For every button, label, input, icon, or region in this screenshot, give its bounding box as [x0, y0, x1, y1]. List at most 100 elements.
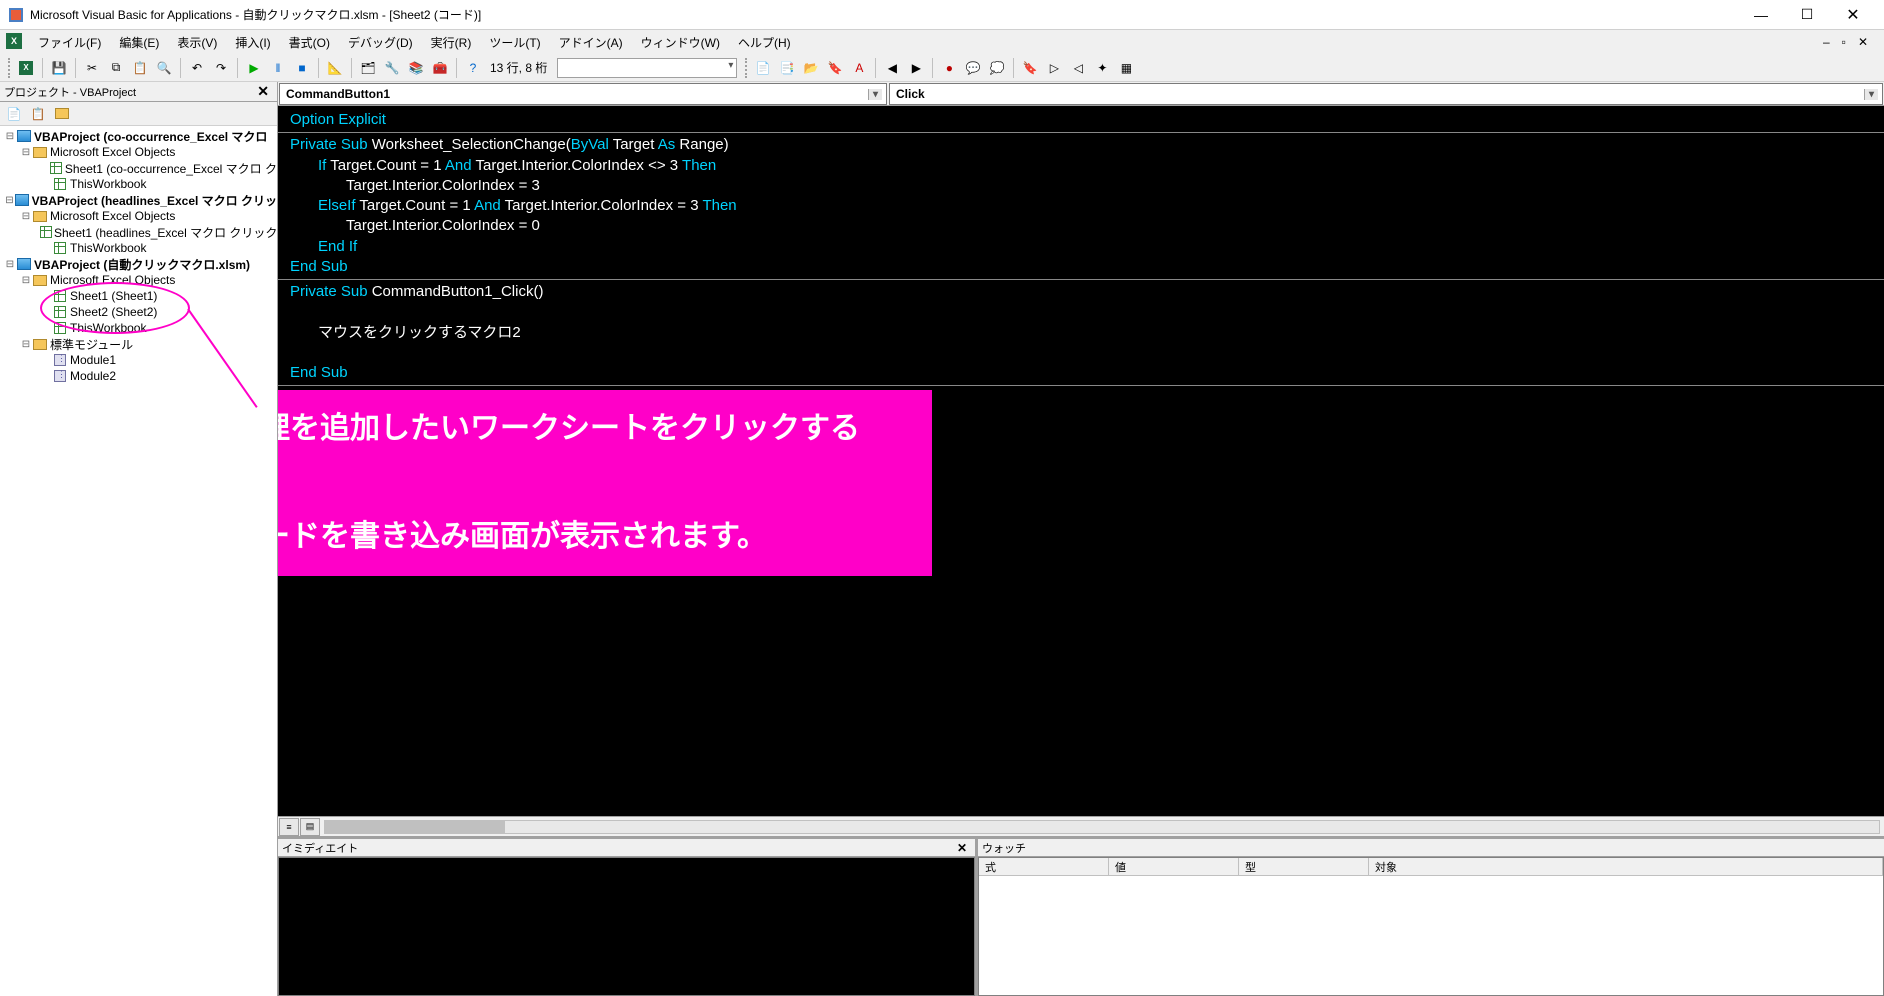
tree-module-1[interactable]: Module1 — [0, 352, 277, 368]
full-module-view-button[interactable]: ▤ — [300, 818, 320, 836]
procedure-dropdown[interactable]: Click — [889, 83, 1883, 105]
mdi-close[interactable]: ✕ — [1854, 35, 1872, 49]
break-button[interactable]: ‖ — [267, 57, 289, 79]
watch-col-value[interactable]: 値 — [1109, 858, 1239, 875]
toolbar-combo[interactable] — [557, 58, 737, 78]
project-explorer-button[interactable]: 🗂 — [357, 57, 379, 79]
toolbar-grip-2[interactable] — [745, 58, 748, 78]
properties-button[interactable]: 🔧 — [381, 57, 403, 79]
tree-project-1[interactable]: ⊟VBAProject (co-occurrence_Excel マクロ — [0, 128, 277, 144]
save-button[interactable]: 💾 — [48, 57, 70, 79]
toolbox-button[interactable]: 🧰 — [429, 57, 451, 79]
project-panel-header: プロジェクト - VBAProject ✕ — [0, 82, 277, 102]
tb-btn-c[interactable]: 📂 — [800, 57, 822, 79]
tree-sheet-3b[interactable]: Sheet2 (Sheet2) — [0, 304, 277, 320]
code-view-footer: ≡ ▤ — [278, 816, 1884, 836]
find-button[interactable]: 🔍 — [153, 57, 175, 79]
tree-workbook-3[interactable]: ThisWorkbook — [0, 320, 277, 336]
tree-sheet-2[interactable]: Sheet1 (headlines_Excel マクロ クリック_c — [0, 224, 277, 240]
close-button[interactable]: ✕ — [1830, 0, 1876, 30]
breakpoint-button[interactable]: ● — [938, 57, 960, 79]
indent-button[interactable]: ▶ — [905, 57, 927, 79]
clear-bookmarks-button[interactable]: ✦ — [1091, 57, 1113, 79]
undo-button[interactable]: ↶ — [186, 57, 208, 79]
maximize-button[interactable]: ☐ — [1784, 0, 1830, 30]
uncomment-button[interactable]: 💭 — [986, 57, 1008, 79]
reset-button[interactable]: ■ — [291, 57, 313, 79]
tree-module-2[interactable]: Module2 — [0, 368, 277, 384]
menu-debug[interactable]: デバッグ(D) — [340, 32, 421, 53]
app-icon — [8, 7, 24, 23]
cut-button[interactable]: ✂ — [81, 57, 103, 79]
excel-icon[interactable]: X — [6, 33, 24, 51]
watch-header: ウォッチ — [978, 839, 1884, 857]
menu-addins[interactable]: アドイン(A) — [551, 32, 631, 53]
watch-columns: 式 値 型 対象 — [979, 858, 1883, 876]
menu-help[interactable]: ヘルプ(H) — [730, 32, 799, 53]
project-tree[interactable]: ⊟VBAProject (co-occurrence_Excel マクロ ⊟Mi… — [0, 126, 277, 996]
copy-button[interactable]: ⧉ — [105, 57, 127, 79]
project-explorer-panel: プロジェクト - VBAProject ✕ 📄 📋 ⊟VBAProject (c… — [0, 82, 278, 996]
tree-folder-2[interactable]: ⊟Microsoft Excel Objects — [0, 208, 277, 224]
tree-sheet-1[interactable]: Sheet1 (co-occurrence_Excel マクロ ク — [0, 160, 277, 176]
prev-bookmark-button[interactable]: ◁ — [1067, 57, 1089, 79]
bookmark-button[interactable]: 🔖 — [1019, 57, 1041, 79]
toggle-folders-button[interactable] — [52, 105, 72, 123]
toolbar-grip[interactable] — [8, 58, 11, 78]
immediate-body[interactable] — [278, 857, 975, 996]
paste-button[interactable]: 📋 — [129, 57, 151, 79]
help-button[interactable]: ? — [462, 57, 484, 79]
menu-edit[interactable]: 編集(E) — [111, 32, 167, 53]
tree-project-3[interactable]: ⊟VBAProject (自動クリックマクロ.xlsm) — [0, 256, 277, 272]
watch-col-type[interactable]: 型 — [1239, 858, 1369, 875]
design-mode-button[interactable]: 📐 — [324, 57, 346, 79]
annotation-line1: 処理を追加したいワークシートをクリックすると、 — [278, 402, 914, 510]
next-bookmark-button[interactable]: ▷ — [1043, 57, 1065, 79]
mdi-minimize[interactable]: – — [1819, 35, 1834, 49]
menu-run[interactable]: 実行(R) — [423, 32, 480, 53]
comment-button[interactable]: 💬 — [962, 57, 984, 79]
redo-button[interactable]: ↷ — [210, 57, 232, 79]
immediate-header: イミディエイト ✕ — [278, 839, 975, 857]
menu-insert[interactable]: 挿入(I) — [227, 32, 278, 53]
tb-last-button[interactable]: ▦ — [1115, 57, 1137, 79]
immediate-close[interactable]: ✕ — [953, 841, 971, 855]
tb-btn-a[interactable]: 📄 — [752, 57, 774, 79]
toolbar: X 💾 ✂ ⧉ 📋 🔍 ↶ ↷ ▶ ‖ ■ 📐 🗂 🔧 📚 🧰 ? 13 行, … — [0, 54, 1884, 82]
menu-file[interactable]: ファイル(F) — [30, 32, 109, 53]
watch-col-context[interactable]: 対象 — [1369, 858, 1883, 875]
run-button[interactable]: ▶ — [243, 57, 265, 79]
tb-btn-d[interactable]: 🔖 — [824, 57, 846, 79]
menu-format[interactable]: 書式(O) — [281, 32, 338, 53]
tree-workbook-1[interactable]: ThisWorkbook — [0, 176, 277, 192]
tree-sheet-3a[interactable]: Sheet1 (Sheet1) — [0, 288, 277, 304]
code-horizontal-scrollbar[interactable] — [324, 820, 1880, 834]
code-editor[interactable]: Option Explicit Private Sub Worksheet_Se… — [278, 106, 1884, 816]
tree-modules-folder[interactable]: ⊟標準モジュール — [0, 336, 277, 352]
tb-btn-e[interactable]: A — [848, 57, 870, 79]
annotation-callout: 処理を追加したいワークシートをクリックすると、 コードを書き込み画面が表示されま… — [278, 390, 932, 576]
menu-window[interactable]: ウィンドウ(W) — [633, 32, 728, 53]
object-dropdown[interactable]: CommandButton1 — [279, 83, 887, 105]
menu-view[interactable]: 表示(V) — [169, 32, 225, 53]
outdent-button[interactable]: ◀ — [881, 57, 903, 79]
tree-folder-1[interactable]: ⊟Microsoft Excel Objects — [0, 144, 277, 160]
tb-btn-b[interactable]: 📑 — [776, 57, 798, 79]
window-controls: — ☐ ✕ — [1738, 0, 1876, 30]
tree-project-2[interactable]: ⊟VBAProject (headlines_Excel マクロ クリッ — [0, 192, 277, 208]
immediate-window: イミディエイト ✕ — [278, 839, 978, 996]
tree-workbook-2[interactable]: ThisWorkbook — [0, 240, 277, 256]
menu-tools[interactable]: ツール(T) — [481, 32, 548, 53]
watch-col-expression[interactable]: 式 — [979, 858, 1109, 875]
project-panel-close[interactable]: ✕ — [253, 83, 273, 100]
view-code-button[interactable]: 📄 — [4, 105, 24, 123]
watch-window: ウォッチ 式 値 型 対象 — [978, 839, 1884, 996]
menu-bar: X ファイル(F) 編集(E) 表示(V) 挿入(I) 書式(O) デバッグ(D… — [0, 30, 1884, 54]
object-browser-button[interactable]: 📚 — [405, 57, 427, 79]
procedure-view-button[interactable]: ≡ — [279, 818, 299, 836]
minimize-button[interactable]: — — [1738, 0, 1784, 30]
tree-folder-3[interactable]: ⊟Microsoft Excel Objects — [0, 272, 277, 288]
view-object-button[interactable]: 📋 — [28, 105, 48, 123]
mdi-restore[interactable]: ▫ — [1838, 35, 1850, 49]
view-excel-button[interactable]: X — [15, 57, 37, 79]
